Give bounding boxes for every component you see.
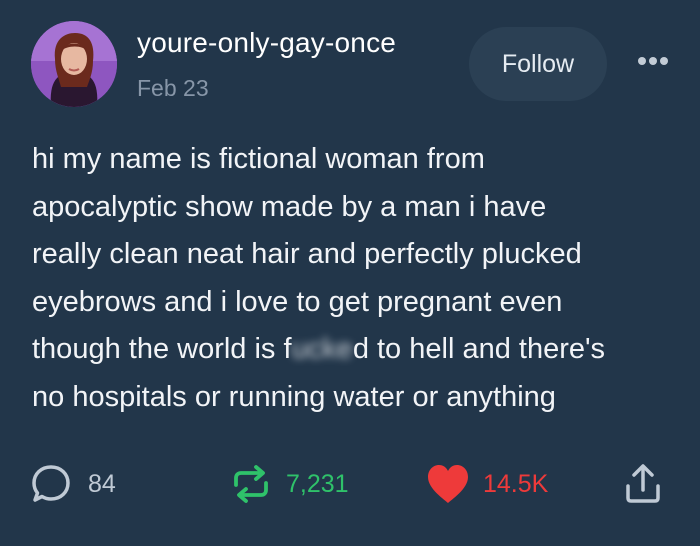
post-body-text: d to hell and there's bbox=[352, 333, 606, 365]
share-icon bbox=[626, 464, 660, 503]
reblog-button[interactable]: 7,231 bbox=[228, 456, 349, 512]
reply-count: 84 bbox=[88, 469, 116, 498]
follow-button[interactable]: Follow bbox=[469, 27, 607, 101]
censored-word: ucke bbox=[291, 333, 353, 365]
post-body-text: though the world is f bbox=[32, 333, 292, 365]
post-date[interactable]: Feb 23 bbox=[137, 75, 209, 102]
post-body-line: apocalyptic show made by a man i have bbox=[32, 190, 547, 223]
reblog-count: 7,231 bbox=[286, 469, 349, 498]
share-button[interactable] bbox=[621, 456, 665, 512]
tumblr-post: youre-only-gay-once Feb 23 Follow hi my … bbox=[0, 0, 700, 546]
post-body-line-censored: though the world is fucked to hell and t… bbox=[32, 326, 682, 374]
post-body-line: eyebrows and i love to get pregnant even bbox=[32, 285, 563, 318]
post-body: hi my name is fictional woman from apoca… bbox=[32, 136, 682, 421]
post-body-line: really clean neat hair and perfectly plu… bbox=[32, 238, 582, 270]
post-actions: 84 7,231 14.5K bbox=[0, 456, 700, 512]
more-dots-icon bbox=[638, 57, 668, 65]
like-button[interactable]: 14.5K bbox=[425, 456, 548, 512]
reblog-arrows-icon bbox=[234, 465, 268, 503]
post-body-line: hi my name is fictional woman from bbox=[32, 143, 485, 175]
speech-bubble-icon bbox=[32, 465, 70, 502]
like-count: 14.5K bbox=[483, 469, 549, 498]
avatar-image bbox=[31, 21, 117, 107]
username-link[interactable]: youre-only-gay-once bbox=[137, 27, 396, 59]
more-options-button[interactable] bbox=[631, 46, 675, 76]
heart-icon bbox=[428, 465, 468, 503]
post-body-line: no hospitals or running water or anythin… bbox=[32, 380, 556, 413]
avatar[interactable] bbox=[31, 21, 117, 107]
reply-button[interactable]: 84 bbox=[30, 456, 116, 512]
